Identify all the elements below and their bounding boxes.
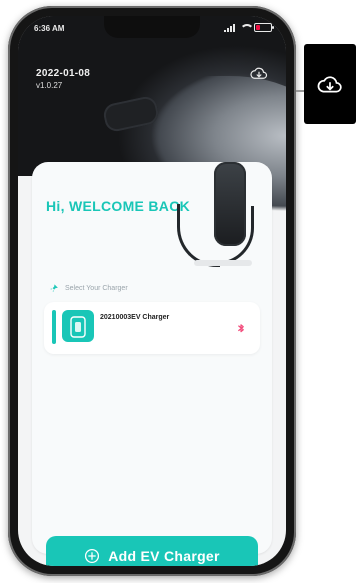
select-charger-label: Select Your Charger — [65, 285, 128, 292]
bluetooth-icon — [236, 322, 246, 334]
charger-cable-left — [177, 204, 220, 267]
charger-base — [194, 260, 252, 266]
select-charger-row: Select Your Charger — [50, 284, 128, 293]
status-icons — [224, 23, 274, 32]
ev-charger-image — [177, 160, 260, 278]
charger-name: 20210003EV Charger — [100, 314, 170, 321]
phone-frame: 6:36 AM 2022-01-08 v1.0.27 Hi, WELCOME B… — [8, 6, 296, 576]
status-bar: 6:36 AM — [18, 16, 286, 44]
charger-icon — [70, 316, 86, 338]
welcome-card: Hi, WELCOME BACK Select Your Charger 202… — [32, 162, 272, 554]
charger-thumbnail — [62, 310, 94, 342]
signal-icon — [224, 23, 236, 32]
app-screen: 6:36 AM 2022-01-08 v1.0.27 Hi, WELCOME B… — [18, 16, 286, 566]
header-image: 6:36 AM 2022-01-08 v1.0.27 — [18, 16, 286, 216]
cloud-download-icon — [317, 76, 342, 93]
welcome-title: Hi, WELCOME BACK — [46, 198, 191, 214]
charger-cable-right — [217, 206, 254, 265]
charger-list-item[interactable]: 20210003EV Charger — [44, 302, 260, 354]
plus-circle-icon — [85, 548, 100, 564]
wifi-icon — [240, 23, 254, 32]
pin-icon — [50, 284, 58, 292]
cloud-download-zoom — [304, 44, 356, 124]
add-ev-charger-label: Add EV Charger — [108, 548, 220, 564]
battery-level — [256, 25, 261, 30]
current-date: 2022-01-08 — [36, 68, 91, 79]
device-notch — [104, 16, 200, 38]
selected-indicator — [52, 310, 56, 344]
date-version: 2022-01-08 v1.0.27 — [36, 68, 90, 90]
battery-icon — [254, 23, 274, 32]
add-ev-charger-button[interactable]: Add EV Charger — [46, 536, 258, 566]
app-version: v1.0.27 — [36, 81, 63, 90]
status-time: 6:36 AM — [34, 24, 65, 33]
cloud-download-icon[interactable] — [250, 66, 268, 80]
